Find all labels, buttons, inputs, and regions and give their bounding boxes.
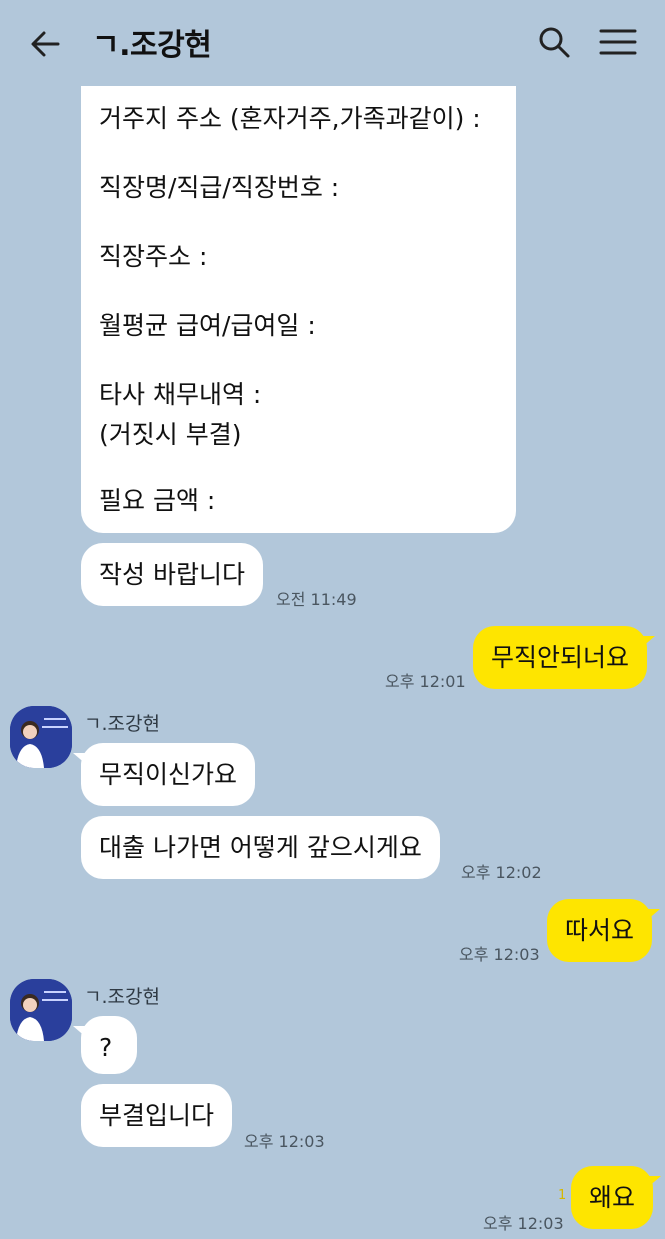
message-bubble[interactable]: 작성 바랍니다 <box>81 543 263 606</box>
sender-name: ㄱ.조강현 <box>84 986 160 1008</box>
menu-button[interactable] <box>596 22 640 62</box>
sender-avatar[interactable] <box>10 706 72 768</box>
back-arrow-icon <box>31 31 60 57</box>
chat-header: ㄱ.조강현 <box>0 0 665 86</box>
message-bubble[interactable]: 무직이신가요 <box>72 743 256 806</box>
message-bubble[interactable]: 대출 나가면 어떻게 갚으시게요 <box>81 816 440 879</box>
form-line-amount: 필요 금액 : <box>99 486 216 515</box>
form-message-bubble[interactable]: 거주지 주소 (혼자거주,가족과같이) : 직장명/직급/직장번호 : 직장주소… <box>81 86 516 533</box>
form-line-address: 거주지 주소 (혼자거주,가족과같이) : <box>99 104 481 133</box>
message-bubble[interactable]: ? <box>73 1016 137 1074</box>
message-bubble[interactable]: 무직안되너요 <box>473 626 656 689</box>
message-time: 오후 12:01 <box>385 672 466 691</box>
unread-count: 1 <box>558 1188 567 1203</box>
avatar-image <box>10 979 72 1041</box>
form-line-workplace: 직장명/직급/직장번호 : <box>99 173 340 202</box>
sender-avatar[interactable] <box>10 979 72 1041</box>
search-button[interactable] <box>534 22 574 62</box>
message-time: 오후 12:03 <box>483 1214 564 1233</box>
message-time: 오후 12:02 <box>461 863 542 882</box>
back-button[interactable] <box>26 24 66 64</box>
chat-title: ㄱ.조강현 <box>92 28 212 63</box>
avatar-image <box>10 706 72 768</box>
message-bubble[interactable]: 부결입니다 <box>81 1084 233 1147</box>
sender-name: ㄱ.조강현 <box>84 713 160 735</box>
message-time: 오후 12:03 <box>244 1132 325 1151</box>
message-bubble[interactable]: 왜요 <box>571 1166 662 1229</box>
message-time: 오전 11:49 <box>276 590 357 609</box>
form-line-work-address: 직장주소 : <box>99 242 208 271</box>
form-line-debts: 타사 채무내역 : <box>99 380 262 409</box>
search-icon <box>539 27 570 58</box>
form-line-salary: 월평균 급여/급여일 : <box>99 311 316 340</box>
form-line-warning: (거짓시 부결) <box>99 420 242 449</box>
message-time: 오후 12:03 <box>459 945 540 964</box>
menu-icon <box>599 29 637 55</box>
message-bubble[interactable]: 따서요 <box>547 899 661 962</box>
